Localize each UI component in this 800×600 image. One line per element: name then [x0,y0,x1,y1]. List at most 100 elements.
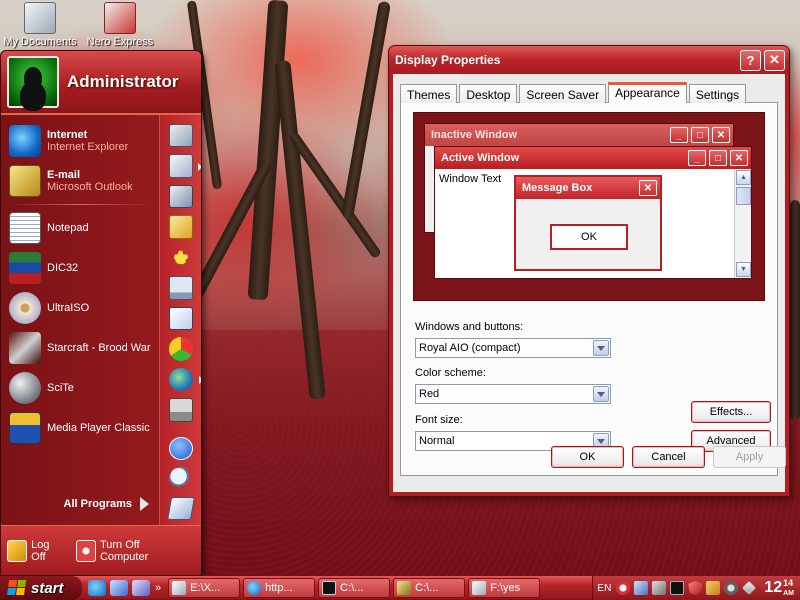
start-item-media-player-classic[interactable]: Media Player Classic [1,408,159,448]
windows-buttons-value: Royal AIO (compact) [419,342,521,354]
control-panel-checklist-icon[interactable] [168,306,193,331]
taskbar-button-browser[interactable]: http... [243,578,316,598]
power-icon [75,539,96,562]
clock[interactable]: 12 14 AM [764,578,794,598]
clock-ampm: AM [783,589,794,597]
volume-icon[interactable] [724,581,739,595]
all-programs-label: All Programs [63,498,132,510]
start-item-scite[interactable]: SciTe [1,368,159,408]
starcraft-icon [9,332,41,364]
my-computer-icon[interactable] [168,276,193,300]
my-documents-icon[interactable] [168,124,193,148]
tab-screen-saver[interactable]: Screen Saver [519,84,607,103]
recent-documents-icon[interactable] [168,154,201,178]
quick-launch: » [82,580,165,596]
folder-window-icon [172,581,187,595]
clock-hour: 12 [764,578,783,596]
start-menu-header: Administrator [1,51,201,115]
log-off-label: Log Off [31,538,50,563]
windows-flag-icon [6,580,28,596]
chrome-browser-icon[interactable] [168,337,193,361]
wallpaper-tree-trunk [340,0,392,220]
user-avatar-icon[interactable] [7,56,59,108]
window-client-area: Themes Desktop Screen Saver Appearance S… [393,74,786,492]
antivirus-icon[interactable] [706,581,721,595]
printer-icon[interactable] [168,398,193,422]
taskbar-button-explorer-c[interactable]: C:\... [393,578,466,598]
language-indicator[interactable]: EN [597,583,611,594]
desktop-icon-label: Nero Express [86,36,154,48]
apply-button[interactable]: Apply [713,446,786,468]
tab-desktop[interactable]: Desktop [459,84,518,103]
start-item-ultraiso[interactable]: UltraISO [1,288,159,328]
taskbar-button-explorer-e[interactable]: E:\X... [168,578,241,598]
turn-off-label: Turn Off Computer [99,538,149,563]
close-icon: ✕ [769,52,780,67]
start-item-starcraft[interactable]: Starcraft - Brood War [1,328,159,368]
favorites-star-icon[interactable] [168,245,193,270]
color-scheme-select[interactable]: Red [415,384,611,404]
command-prompt-icon [322,581,337,595]
tab-settings[interactable]: Settings [688,84,747,103]
chevron-down-icon[interactable] [593,386,609,402]
desktop-icon-my-documents[interactable]: My Documents [0,2,80,48]
tab-appearance[interactable]: Appearance [608,82,687,103]
start-item-dic32[interactable]: DIC32 [1,248,159,288]
help-icon[interactable] [168,436,193,460]
scroll-down-icon: ▼ [736,262,751,277]
start-item-notepad[interactable]: Notepad [1,208,159,248]
tab-themes[interactable]: Themes [400,84,458,103]
run-icon[interactable] [166,497,195,521]
taskbar-button-label: C:\... [340,582,364,594]
start-button[interactable]: start [0,576,82,600]
preview-scrollbar: ▲ ▼ [734,169,751,278]
taskbar-button-label: http... [265,582,293,594]
taskbar: start » E:\X... http... C:\... C:\... F:… [0,576,800,600]
start-item-label: Starcraft - Brood War [47,342,151,354]
key-icon [7,539,28,562]
network-icon[interactable] [634,581,649,595]
media-player-icon[interactable] [132,580,150,596]
start-item-subtitle: Internet Explorer [47,141,129,153]
start-label: start [31,579,64,597]
arrow-right-icon [140,497,149,511]
ok-button[interactable]: OK [551,446,624,468]
scroll-thumb [736,187,751,205]
close-button[interactable]: ✕ [764,49,785,71]
start-item-internet[interactable]: Internet Internet Explorer [1,121,159,161]
show-desktop-icon[interactable] [110,580,128,596]
taskbar-button-explorer-f[interactable]: F:\yes [468,578,541,598]
open-folder-icon[interactable] [168,215,193,239]
search-icon[interactable] [168,467,193,491]
quick-launch-more-icon[interactable]: » [155,582,161,594]
my-music-icon[interactable] [168,184,193,209]
maximize-icon: □ [709,150,727,166]
arrow-back-icon[interactable] [616,581,631,595]
effects-button[interactable]: Effects... [691,401,771,423]
log-off-button[interactable]: Log Off [7,539,64,563]
chevron-down-icon[interactable] [593,340,609,356]
network-globe-icon[interactable] [168,367,201,392]
preview-window-text: Window Text [439,173,502,185]
start-menu-separator [9,204,151,205]
windows-buttons-select[interactable]: Royal AIO (compact) [415,338,611,358]
window-titlebar[interactable]: Display Properties ? ✕ [389,46,789,74]
turn-off-computer-button[interactable]: Turn Off Computer [75,538,183,563]
preview-active-title: Active Window [441,152,520,164]
ultraiso-disc-icon [9,292,41,324]
cancel-button[interactable]: Cancel [632,446,705,468]
terminal-icon[interactable] [670,581,685,595]
security-shield-icon[interactable] [688,581,703,595]
taskbar-button-command-prompt[interactable]: C:\... [318,578,391,598]
display-icon[interactable] [652,581,667,595]
start-item-email[interactable]: E-mail Microsoft Outlook [1,161,159,201]
tools-icon[interactable] [742,581,757,595]
internet-explorer-icon[interactable] [88,580,106,596]
all-programs-button[interactable]: All Programs [1,491,159,517]
help-button[interactable]: ? [740,49,761,71]
start-menu-places [159,115,201,525]
start-item-title: E-mail [47,169,81,181]
desktop-icon-nero-express[interactable]: Nero Express [80,2,160,48]
internet-explorer-icon [9,125,41,157]
start-menu-footer: Log Off Turn Off Computer [1,525,201,575]
